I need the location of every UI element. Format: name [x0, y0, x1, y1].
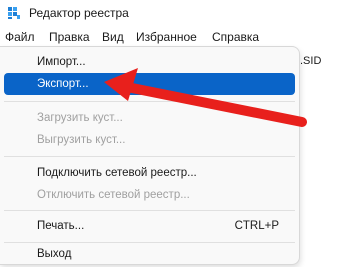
menu-item-exit[interactable]: Выход	[4, 243, 295, 265]
menu-bar: Файл Правка Вид Избранное Справка	[0, 28, 353, 46]
menu-item-unload-hive: Выгрузить куст...	[4, 129, 295, 151]
menu-item-label: Подключить сетевой реестр...	[37, 167, 197, 179]
file-menu-dropdown: Импорт... Экспорт... Загрузить куст... В…	[0, 46, 300, 265]
menu-item-label: Выход	[37, 248, 72, 260]
menu-item-label: Импорт...	[37, 56, 86, 68]
menu-separator	[4, 156, 295, 157]
menu-item-print[interactable]: Печать... CTRL+P	[4, 215, 295, 237]
window-title: Редактор реестра	[29, 6, 129, 20]
menu-edit[interactable]: Правка	[49, 28, 90, 46]
menu-item-connect-network-registry[interactable]: Подключить сетевой реестр...	[4, 162, 295, 184]
column-header-partial[interactable]: .SID	[300, 52, 353, 70]
menu-favorites[interactable]: Избранное	[136, 28, 197, 46]
menu-item-label: Экспорт...	[37, 78, 89, 90]
registry-editor-icon	[8, 7, 20, 19]
menu-item-shortcut: CTRL+P	[234, 220, 279, 232]
menu-separator	[4, 210, 295, 211]
menu-help[interactable]: Справка	[212, 28, 259, 46]
menu-view[interactable]: Вид	[102, 28, 124, 46]
title-bar: Редактор реестра	[0, 0, 353, 28]
menu-item-label: Печать...	[37, 220, 85, 232]
menu-item-label: Загрузить куст...	[37, 112, 123, 124]
menu-item-disconnect-network-registry: Отключить сетевой реестр...	[4, 184, 295, 206]
menu-separator	[4, 101, 295, 102]
menu-item-label: Отключить сетевой реестр...	[37, 189, 190, 201]
menu-item-export[interactable]: Экспорт...	[4, 73, 295, 95]
menu-item-load-hive: Загрузить куст...	[4, 107, 295, 129]
menu-item-import[interactable]: Импорт...	[4, 51, 295, 73]
values-pane	[300, 47, 353, 267]
menu-file[interactable]: Файл	[5, 28, 35, 46]
menu-item-label: Выгрузить куст...	[37, 134, 126, 146]
